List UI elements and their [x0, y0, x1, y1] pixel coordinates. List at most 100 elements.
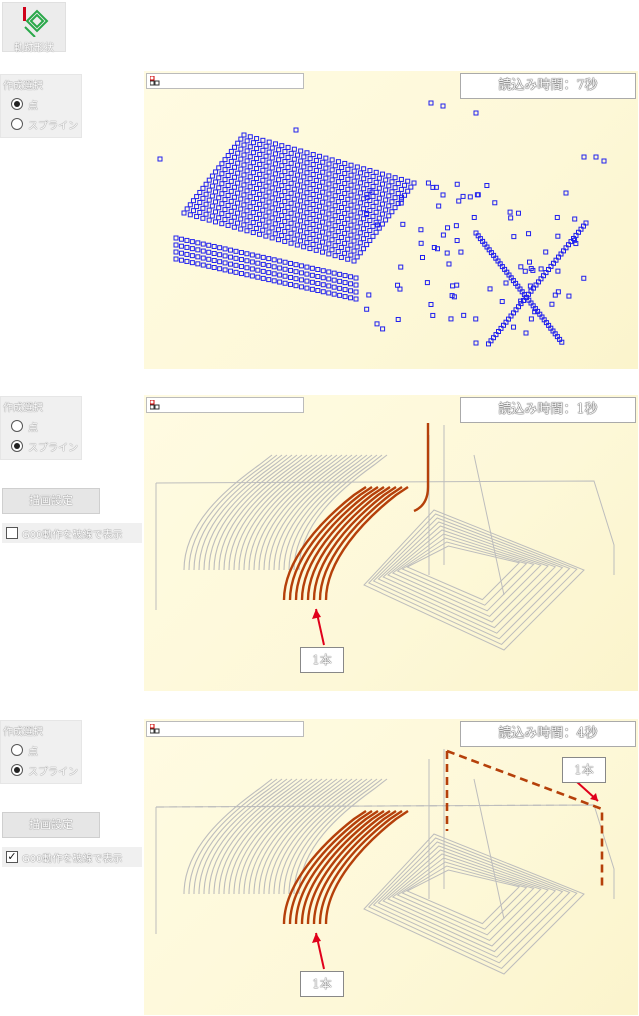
point-marker: [379, 191, 385, 197]
radio-point-2[interactable]: 点: [11, 419, 81, 435]
point-marker: [282, 266, 288, 272]
point-marker: [364, 242, 370, 248]
point-marker: [266, 263, 272, 269]
point-marker: [187, 202, 193, 208]
point-marker: [288, 281, 294, 287]
highlighted-path: [413, 423, 430, 513]
checkbox-box: [6, 527, 18, 539]
point-marker: [538, 266, 544, 272]
point-marker: [244, 178, 250, 184]
point-marker: [345, 206, 351, 212]
point-marker: [398, 186, 404, 192]
point-marker: [250, 140, 256, 146]
point-marker: [269, 215, 275, 221]
point-marker: [293, 283, 299, 289]
point-marker: [228, 188, 234, 194]
point-marker: [263, 213, 269, 219]
point-marker: [307, 196, 313, 202]
viewport-3[interactable]: 読込み時間：4秒 1本 1本: [144, 719, 638, 1015]
point-marker: [326, 231, 332, 237]
point-marker: [260, 197, 266, 203]
point-marker: [304, 271, 310, 277]
point-marker: [360, 236, 366, 242]
point-marker: [250, 220, 256, 226]
point-marker: [189, 253, 195, 259]
point-marker: [523, 330, 529, 336]
point-marker: [354, 174, 360, 180]
point-marker: [354, 204, 360, 210]
point-marker: [304, 278, 310, 284]
point-marker: [323, 225, 329, 231]
radio-indicator: [11, 744, 23, 756]
point-marker: [272, 161, 278, 167]
point-marker: [260, 177, 266, 183]
point-marker: [361, 206, 367, 212]
point-marker: [298, 198, 304, 204]
point-marker: [219, 181, 225, 187]
point-marker: [301, 164, 307, 170]
point-marker: [189, 239, 195, 245]
view-toolbar[interactable]: [146, 397, 304, 413]
point-marker: [211, 250, 217, 256]
point-marker: [373, 209, 379, 215]
point-marker: [367, 227, 373, 233]
view-toolbar[interactable]: [146, 73, 304, 89]
point-marker: [219, 211, 225, 217]
radio-point-3[interactable]: 点: [11, 743, 81, 759]
point-marker: [269, 175, 275, 181]
point-marker: [244, 208, 250, 214]
radio-spline-1[interactable]: スプライン: [11, 117, 81, 133]
point-marker: [428, 301, 434, 307]
point-marker: [351, 258, 357, 264]
point-marker: [310, 241, 316, 247]
point-marker: [254, 136, 260, 142]
point-marker: [329, 197, 335, 203]
creation-select-group-1: 作成選択 点 スプライン: [0, 74, 82, 138]
point-marker: [288, 267, 294, 273]
point-marker: [269, 185, 275, 191]
g00-dashed-checkbox[interactable]: ✓ G00動作を破線で表示: [2, 847, 142, 867]
draw-settings-button[interactable]: 描画設定: [2, 812, 100, 838]
point-marker: [367, 168, 373, 174]
draw-settings-button[interactable]: 描画設定: [2, 488, 100, 514]
g00-dashed-checkbox[interactable]: G00動作を破線で表示: [2, 523, 142, 543]
point-marker: [357, 230, 363, 236]
point-marker: [342, 190, 348, 196]
callout-one-path: 1本: [300, 647, 344, 673]
point-marker: [392, 195, 398, 201]
point-marker: [313, 247, 319, 253]
point-marker: [200, 262, 206, 268]
track-shape-button[interactable]: 軌跡形状: [2, 2, 66, 54]
point-marker: [316, 243, 322, 249]
point-marker: [266, 199, 272, 205]
radio-point-1[interactable]: 点: [11, 97, 81, 113]
point-marker: [244, 158, 250, 164]
point-marker: [291, 166, 297, 172]
point-marker: [354, 224, 360, 230]
radio-spline-2[interactable]: スプライン: [11, 439, 81, 455]
point-marker: [231, 164, 237, 170]
tool-path: [387, 853, 549, 947]
point-marker: [184, 206, 190, 212]
point-marker: [361, 166, 367, 172]
point-marker: [272, 221, 278, 227]
view-toolbar[interactable]: [146, 721, 304, 737]
point-marker: [317, 163, 323, 169]
point-marker: [257, 151, 263, 157]
point-marker: [326, 276, 332, 282]
point-marker: [326, 221, 332, 227]
point-marker: [310, 152, 316, 158]
point-marker: [326, 241, 332, 247]
point-marker: [342, 273, 348, 279]
point-marker: [373, 229, 379, 235]
viewport-2[interactable]: 読込み時間：1秒 1本: [144, 395, 638, 691]
point-marker: [266, 149, 272, 155]
point-marker: [231, 174, 237, 180]
point-marker: [499, 299, 505, 305]
point-marker: [351, 228, 357, 234]
point-marker: [271, 257, 277, 263]
radio-spline-3[interactable]: スプライン: [11, 763, 81, 779]
point-marker: [222, 167, 228, 173]
viewport-1[interactable]: 読込み時間：7秒: [144, 71, 638, 369]
point-marker: [285, 194, 291, 200]
